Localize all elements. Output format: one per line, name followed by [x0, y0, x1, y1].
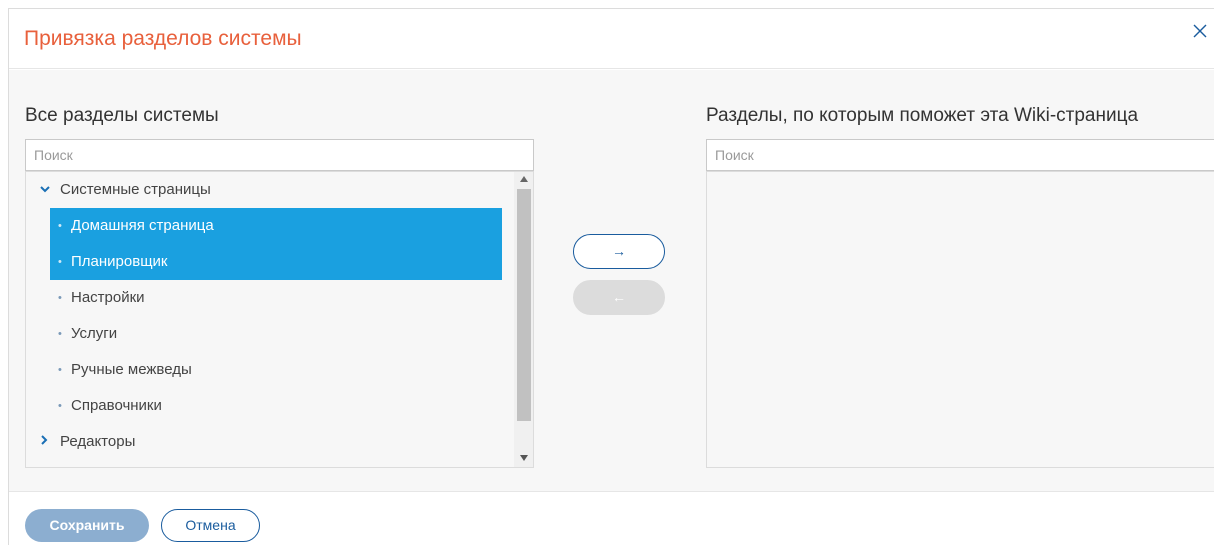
bullet-icon: •	[58, 364, 62, 376]
tree-item-label: Домашняя страница	[71, 217, 214, 234]
scroll-down-arrow-icon[interactable]	[514, 451, 533, 467]
bullet-icon: •	[58, 400, 62, 412]
tree-item-home-page[interactable]: • Домашняя страница	[50, 208, 502, 244]
bullet-icon: •	[58, 256, 62, 268]
save-button[interactable]: Сохранить	[25, 509, 149, 542]
linked-sections-search-input[interactable]	[706, 139, 1214, 171]
sections-tree: Системные страницы • Домашняя страница • П…	[26, 172, 516, 460]
tree-group-label: Системные страницы	[60, 181, 211, 198]
dialog-title: Привязка разделов системы	[24, 27, 302, 50]
all-sections-search-input[interactable]	[25, 139, 534, 171]
tree-item-settings[interactable]: • Настройки	[50, 280, 502, 316]
tree-group-system-pages[interactable]: Системные страницы	[26, 172, 516, 208]
dialog-body: Все разделы системы Системные страницы •…	[9, 70, 1214, 491]
vertical-scrollbar[interactable]	[514, 172, 533, 467]
tree-group-editors[interactable]: Редакторы	[26, 424, 516, 460]
tree-item-label: Справочники	[71, 397, 162, 414]
tree-group-label: Редакторы	[60, 433, 136, 450]
tree-item-label: Услуги	[71, 325, 118, 342]
tree-item-scheduler[interactable]: • Планировщик	[50, 244, 502, 280]
move-left-button[interactable]: ←	[573, 280, 665, 315]
tree-item-label: Планировщик	[71, 253, 168, 270]
scroll-up-arrow-icon[interactable]	[514, 172, 533, 188]
tree-item-label: Ручные межведы	[71, 361, 192, 378]
linked-sections-title: Разделы, по которым поможет эта Wiki-стр…	[706, 105, 1139, 126]
move-right-button[interactable]: →	[573, 234, 665, 269]
section-binding-dialog: Привязка разделов системы Все разделы си…	[8, 8, 1214, 545]
cancel-button[interactable]: Отмена	[161, 509, 260, 542]
dialog-footer: Сохранить Отмена	[9, 491, 1214, 545]
scrollbar-thumb[interactable]	[517, 189, 531, 421]
dialog-header: Привязка разделов системы	[9, 9, 1214, 69]
bullet-icon: •	[58, 328, 62, 340]
chevron-right-icon	[40, 424, 54, 460]
tree-item-directories[interactable]: • Справочники	[50, 388, 502, 424]
close-icon[interactable]	[1192, 23, 1214, 45]
tree-item-label: Настройки	[71, 289, 145, 306]
bullet-icon: •	[58, 292, 62, 304]
tree-item-services[interactable]: • Услуги	[50, 316, 502, 352]
chevron-down-icon	[40, 172, 54, 208]
all-sections-title: Все разделы системы	[25, 105, 219, 126]
bullet-icon: •	[58, 220, 62, 232]
linked-sections-list	[706, 171, 1214, 468]
tree-item-manual-requests[interactable]: • Ручные межведы	[50, 352, 502, 388]
all-sections-list: Системные страницы • Домашняя страница • П…	[25, 171, 534, 468]
